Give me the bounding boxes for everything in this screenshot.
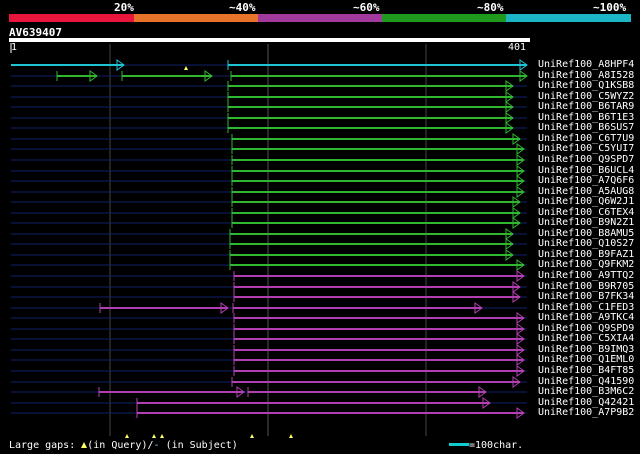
hit-label[interactable]: UniRef100_Q6W2J1: [538, 197, 634, 207]
in-query-label: (in Query)/: [87, 440, 154, 451]
hit-label[interactable]: UniRef100_B3M6C2: [538, 387, 634, 397]
gaps-legend: Large gaps: (in Query)/- (in Subject): [9, 440, 238, 451]
hit-label[interactable]: UniRef100_Q9FKM2: [538, 260, 634, 270]
gaps-label: Large gaps:: [9, 440, 76, 451]
hit-label[interactable]: UniRef100_B4FT85: [538, 366, 634, 376]
query-gap-marker: [125, 434, 129, 438]
hit-label[interactable]: UniRef100_C5XIA4: [538, 334, 634, 344]
hit-label[interactable]: UniRef100_Q1EML0: [538, 355, 634, 365]
hit-label[interactable]: UniRef100_B6TAR9: [538, 102, 634, 112]
scale-label: =100char.: [469, 440, 524, 451]
hit-label[interactable]: UniRef100_A9TTQ2: [538, 271, 634, 281]
scale-legend: =100char.: [449, 440, 523, 451]
hit-label[interactable]: UniRef100_A8HPF4: [538, 60, 634, 70]
hit-label[interactable]: UniRef100_A9TKC4: [538, 313, 634, 323]
hit-label[interactable]: UniRef100_Q9SPD7: [538, 155, 634, 165]
query-gap-marker: [250, 434, 254, 438]
hit-label[interactable]: UniRef100_B9N2Z1: [538, 218, 634, 228]
hit-label[interactable]: UniRef100_Q1KSB8: [538, 81, 634, 91]
subject-gap-marker-icon: -: [153, 440, 160, 451]
scale-line-icon: [449, 443, 469, 446]
hit-label[interactable]: UniRef100_A7Q6F6: [538, 176, 634, 186]
hit-label[interactable]: UniRef100_B7FK34: [538, 292, 634, 302]
query-gap-marker: [160, 434, 164, 438]
query-gap-marker: [152, 434, 156, 438]
hit-label[interactable]: UniRef100_C5YUI7: [538, 144, 634, 154]
query-gap-marker: [184, 66, 188, 70]
hit-label[interactable]: UniRef100_Q10S27: [538, 239, 634, 249]
hit-label[interactable]: UniRef100_B6SUS7: [538, 123, 634, 133]
in-subject-label: (in Subject): [165, 440, 238, 451]
query-gap-marker: [289, 434, 293, 438]
hit-label[interactable]: UniRef100_A7P9B2: [538, 408, 634, 418]
